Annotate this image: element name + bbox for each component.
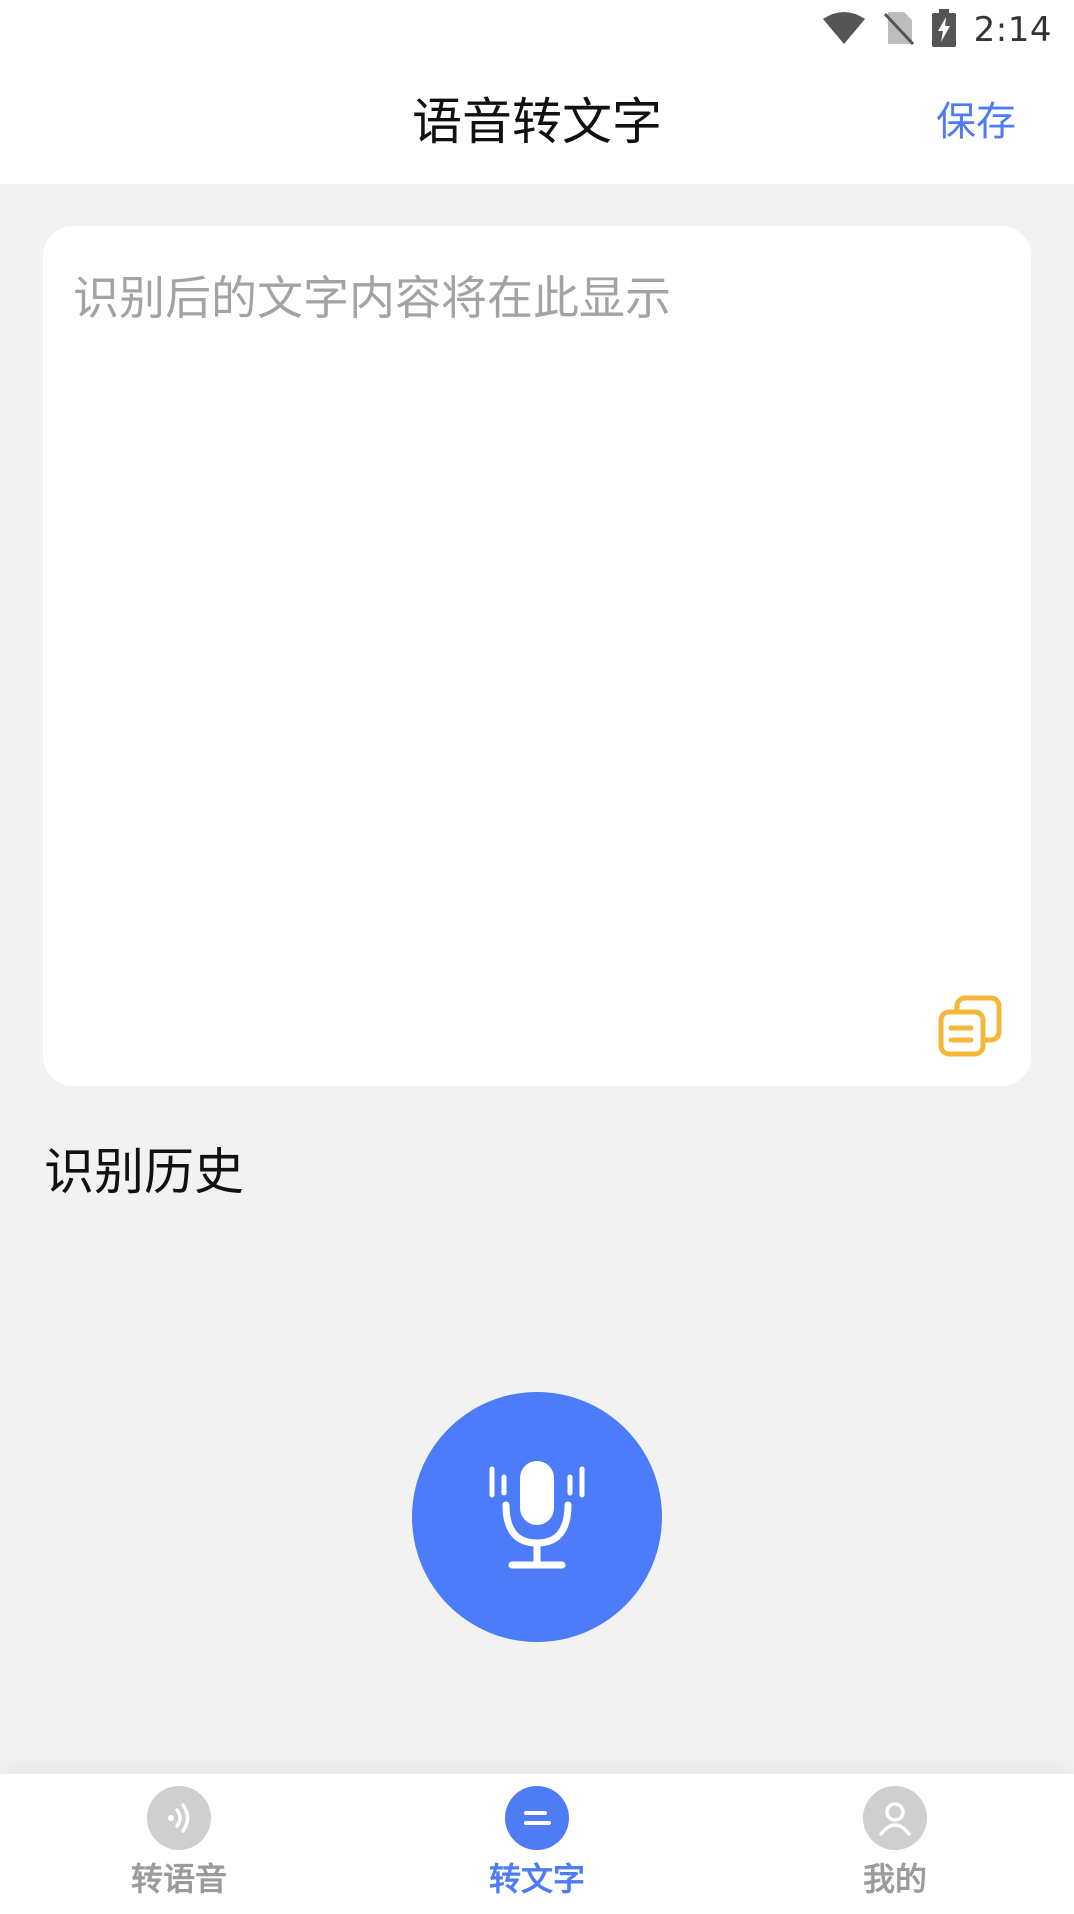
history-title: 识别历史 [44,1143,244,1201]
header: 语音转文字 保存 [0,60,1074,184]
result-text-area[interactable] [73,262,993,962]
nav-label-speech-to-text: 转文字 [488,1860,585,1898]
wifi-icon [822,11,866,49]
user-icon [863,1786,927,1850]
text-lines-icon [505,1786,569,1850]
screen: 2:14 语音转文字 保存 识别历史 [0,0,1074,1914]
battery-charging-icon [931,9,956,51]
text-result-card [43,226,1031,1086]
record-mic-button[interactable] [412,1392,662,1642]
sound-wave-icon [147,1786,211,1850]
status-icons: 2:14 [822,8,1052,52]
nav-label-text-to-speech: 转语音 [130,1860,227,1898]
bottom-nav: 转语音 转文字 我的 [0,1774,1074,1914]
save-button[interactable]: 保存 [936,60,1016,184]
copy-button[interactable] [937,994,1003,1060]
nav-item-text-to-speech[interactable]: 转语音 [0,1774,358,1914]
nav-label-mine: 我的 [862,1860,927,1898]
nav-item-mine[interactable]: 我的 [716,1774,1074,1914]
status-time: 2:14 [973,10,1052,50]
no-sim-icon [883,10,914,50]
nav-item-speech-to-text[interactable]: 转文字 [358,1774,716,1914]
microphone-icon [482,1455,592,1579]
copy-icon [937,995,1003,1064]
page-title: 语音转文字 [412,93,662,151]
status-bar: 2:14 [0,0,1074,60]
